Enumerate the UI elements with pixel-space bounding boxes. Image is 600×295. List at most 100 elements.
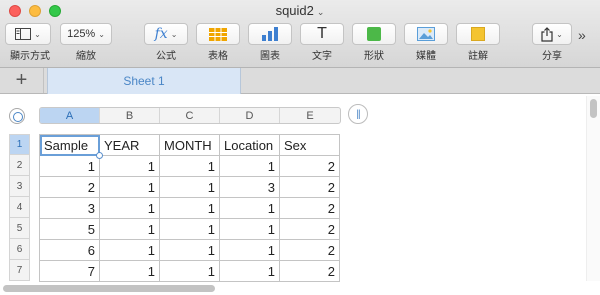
comment-button[interactable] — [456, 23, 500, 45]
selection-resize-handle[interactable] — [96, 152, 103, 159]
text-icon: T — [317, 25, 327, 42]
row-header-7[interactable]: 7 — [9, 260, 30, 281]
add-sheet-button[interactable]: + — [0, 68, 44, 93]
table-cell[interactable]: 2 — [279, 176, 340, 198]
zoom-chevron-down-icon: ⌄ — [98, 29, 105, 39]
table-cell[interactable]: 2 — [279, 239, 340, 261]
table-cell[interactable]: 1 — [219, 239, 280, 261]
cell-a1[interactable]: Sample — [39, 134, 100, 156]
table-cell[interactable]: 1 — [99, 197, 160, 219]
row-header-bar: 1 2 3 4 5 6 7 — [9, 134, 30, 281]
view-button[interactable]: ⌄ — [5, 23, 51, 45]
media-label: 媒體 — [416, 51, 436, 62]
share-button[interactable]: ⌄ — [532, 23, 572, 45]
table-cell[interactable]: 3 — [219, 176, 280, 198]
row-header-6[interactable]: 6 — [9, 239, 30, 260]
table-cell[interactable]: 1 — [99, 155, 160, 177]
shape-square-icon — [367, 27, 381, 41]
table-row: 1 1 1 1 2 — [39, 155, 340, 177]
table-icon — [209, 27, 227, 41]
table-cell[interactable]: 1 — [159, 260, 220, 282]
formula-chevron-down-icon: ⌄ — [170, 29, 178, 39]
function-icon: fx — [154, 26, 168, 42]
select-table-handle[interactable] — [9, 108, 25, 124]
table-cell[interactable]: 1 — [99, 218, 160, 240]
shape-button[interactable] — [352, 23, 396, 45]
table-row: 3 1 1 1 2 — [39, 197, 340, 219]
comment-label: 註解 — [468, 51, 488, 62]
shape-label: 形狀 — [364, 51, 384, 62]
table-cell[interactable]: 1 — [39, 155, 100, 177]
table-row: 7 1 1 1 2 — [39, 260, 340, 282]
table-cell[interactable]: 1 — [159, 176, 220, 198]
row-header-5[interactable]: 5 — [9, 218, 30, 239]
row-header-3[interactable]: 3 — [9, 176, 30, 197]
document-title[interactable]: squid2 ⌄ — [0, 3, 600, 18]
comment-icon — [471, 27, 485, 41]
text-label: 文字 — [312, 51, 332, 62]
horizontal-scrollbar-thumb[interactable] — [3, 285, 215, 292]
table-cell[interactable]: 1 — [219, 155, 280, 177]
cell-b1[interactable]: YEAR — [99, 134, 160, 156]
table-cell[interactable]: 2 — [279, 218, 340, 240]
table-cell[interactable]: 2 — [39, 176, 100, 198]
table-label: 表格 — [208, 51, 228, 62]
sheet-tab-bar: + Sheet 1 — [0, 68, 600, 94]
data-table: Sample YEAR MONTH Location Sex 1 1 1 1 2… — [39, 134, 340, 282]
formula-button[interactable]: fx ⌄ — [144, 23, 188, 45]
table-cell[interactable]: 1 — [219, 197, 280, 219]
image-icon — [417, 27, 435, 41]
table-cell[interactable]: 1 — [219, 260, 280, 282]
table-cell[interactable]: 7 — [39, 260, 100, 282]
table-cell[interactable]: 1 — [219, 218, 280, 240]
cell-d1[interactable]: Location — [219, 134, 280, 156]
vertical-scrollbar[interactable] — [586, 96, 600, 281]
table-cell[interactable]: 1 — [99, 176, 160, 198]
table-button[interactable] — [196, 23, 240, 45]
title-chevron-down-icon: ⌄ — [316, 7, 325, 17]
table-cell[interactable]: 1 — [159, 197, 220, 219]
tab-sheet-1[interactable]: Sheet 1 — [47, 68, 241, 94]
table-row: 5 1 1 1 2 — [39, 218, 340, 240]
chart-button[interactable] — [248, 23, 292, 45]
add-column-handle[interactable]: || — [348, 104, 368, 124]
row-header-4[interactable]: 4 — [9, 197, 30, 218]
table-cell[interactable]: 1 — [159, 239, 220, 261]
view-chevron-down-icon: ⌄ — [34, 29, 41, 39]
vertical-scrollbar-thumb[interactable] — [590, 99, 597, 118]
table-cell[interactable]: 1 — [99, 260, 160, 282]
zoom-label: 縮放 — [76, 51, 96, 62]
column-header-d[interactable]: D — [220, 108, 280, 123]
cell-e1[interactable]: Sex — [279, 134, 340, 156]
toolbar-overflow-icon[interactable]: » — [578, 27, 586, 43]
row-header-1[interactable]: 1 — [9, 134, 30, 155]
column-header-b[interactable]: B — [100, 108, 160, 123]
table-row: 2 1 1 3 2 — [39, 176, 340, 198]
bar-chart-icon — [262, 27, 278, 41]
column-header-bar: A B C D E — [39, 107, 341, 124]
share-icon — [541, 26, 553, 42]
table-cell[interactable]: 6 — [39, 239, 100, 261]
share-label: 分享 — [542, 51, 562, 62]
media-button[interactable] — [404, 23, 448, 45]
table-cell[interactable]: 2 — [279, 260, 340, 282]
column-header-c[interactable]: C — [160, 108, 220, 123]
document-title-text: squid2 — [275, 3, 314, 18]
row-header-2[interactable]: 2 — [9, 155, 30, 176]
table-cell[interactable]: 1 — [159, 218, 220, 240]
formula-label: 公式 — [156, 51, 176, 62]
table-cell[interactable]: 1 — [99, 239, 160, 261]
table-cell[interactable]: 1 — [159, 155, 220, 177]
table-header-row: Sample YEAR MONTH Location Sex — [39, 134, 340, 156]
table-cell[interactable]: 5 — [39, 218, 100, 240]
column-header-a[interactable]: A — [40, 108, 100, 123]
share-chevron-down-icon: ⌄ — [556, 29, 563, 39]
table-cell[interactable]: 2 — [279, 197, 340, 219]
table-cell[interactable]: 3 — [39, 197, 100, 219]
column-header-e[interactable]: E — [280, 108, 340, 123]
zoom-select[interactable]: 125% ⌄ — [60, 23, 112, 45]
text-button[interactable]: T — [300, 23, 344, 45]
cell-c1[interactable]: MONTH — [159, 134, 220, 156]
title-bar: squid2 ⌄ ⌄ 顯示方式 125% ⌄ 縮放 fx ⌄ 公式 表格 圖表 … — [0, 0, 600, 68]
table-cell[interactable]: 2 — [279, 155, 340, 177]
